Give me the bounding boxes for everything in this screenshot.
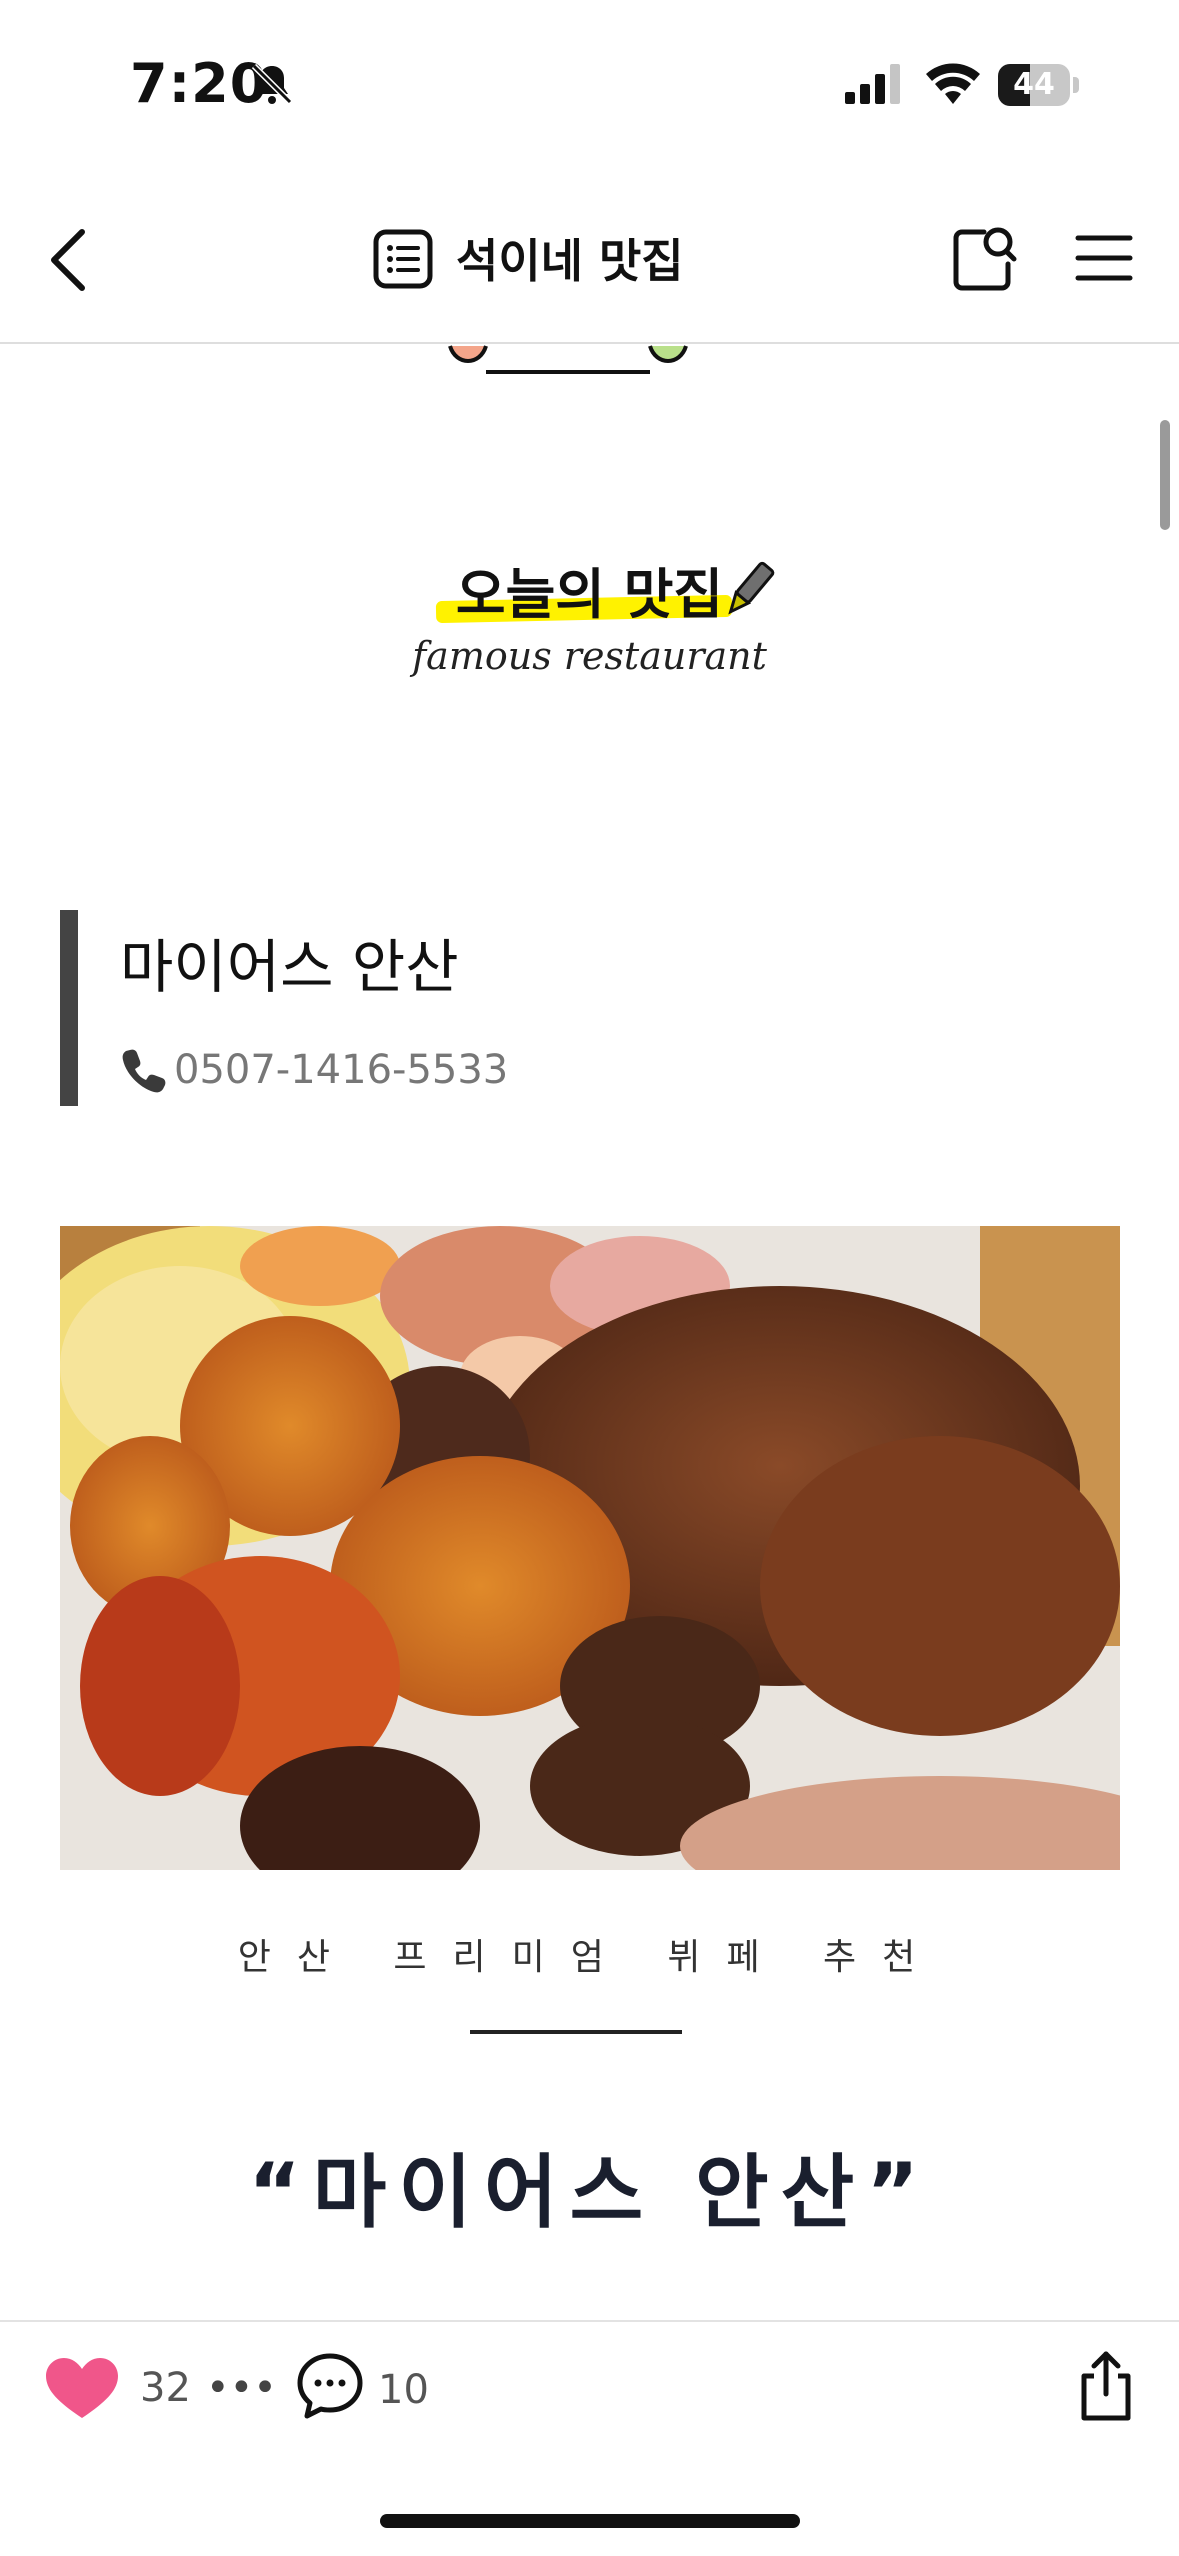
home-indicator [380, 2514, 800, 2528]
section-title: 오늘의 맛집 [455, 563, 724, 626]
pencil-icon [728, 561, 775, 615]
battery-level: 44 [1013, 67, 1055, 102]
battery-icon: 44 [998, 64, 1080, 106]
comment-count[interactable]: 10 [378, 2362, 429, 2418]
phone-number[interactable]: 0507-1416-5533 [174, 1047, 508, 1093]
share-icon[interactable] [1076, 2348, 1136, 2424]
post-headline: “마이어스 안산” [248, 2146, 931, 2239]
decorative-flowers [448, 345, 688, 374]
wifi-icon [926, 63, 980, 104]
more-button[interactable]: ••• [206, 2360, 277, 2416]
blog-title[interactable]: 석이네 맛집 [456, 226, 684, 296]
quote-bar [60, 910, 78, 1106]
phone-row[interactable]: 0507-1416-5533 [120, 1046, 508, 1094]
comment-icon[interactable] [296, 2352, 364, 2420]
phone-icon [122, 1049, 166, 1093]
bell-slash-icon [251, 63, 293, 105]
caption-divider [470, 2030, 682, 2034]
signal-icon [845, 64, 900, 104]
search-icon[interactable] [948, 222, 1020, 294]
post-caption: 안산 프리미엄 뷔페 추천 [237, 1937, 942, 1978]
list-icon [373, 229, 433, 289]
place-name[interactable]: 마이어스 안산 [120, 920, 459, 1004]
menu-icon[interactable] [1074, 228, 1134, 288]
back-icon[interactable] [40, 222, 100, 298]
heart-icon[interactable] [44, 2356, 120, 2422]
bottom-divider [0, 2320, 1179, 2322]
scrollbar[interactable] [1160, 420, 1170, 530]
like-count[interactable]: 32 [140, 2360, 191, 2416]
status-time: 7:20 [130, 52, 269, 115]
food-photo[interactable] [60, 1226, 1120, 1870]
section-subtitle: famous restaurant [412, 634, 767, 678]
